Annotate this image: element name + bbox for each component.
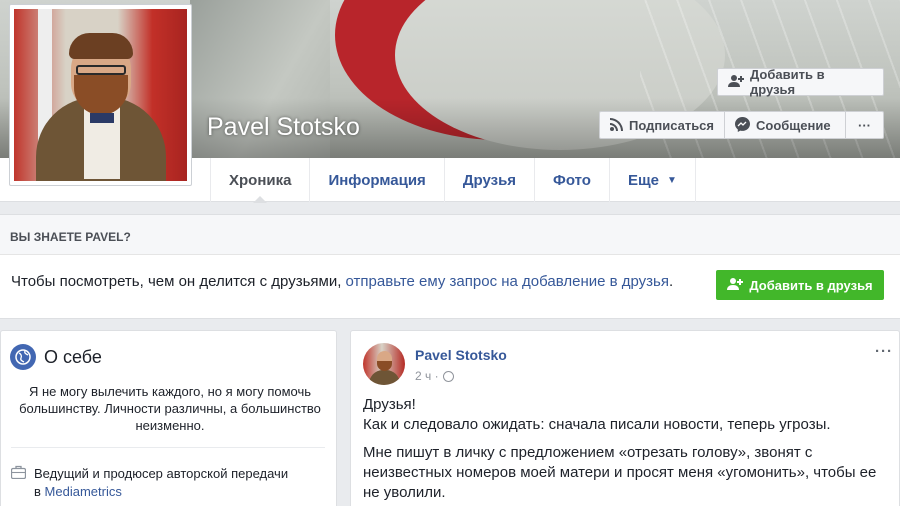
about-title: О себе — [10, 344, 102, 370]
tab-more-label: Еще — [627, 171, 659, 189]
tabs: Хроника Информация Друзья Фото Еще ▼ — [210, 158, 696, 203]
post-timestamp[interactable]: 2 ч · — [415, 369, 439, 383]
tab-photos-label: Фото — [553, 171, 591, 189]
message-label: Сообщение — [756, 117, 831, 133]
more-actions-button[interactable]: ··· — [845, 111, 884, 139]
briefcase-icon — [10, 465, 27, 501]
about-job-title: Ведущий и продюсер авторской передачи — [34, 466, 289, 481]
add-friend-label: Добавить в друзья — [750, 67, 825, 97]
tab-more[interactable]: Еще ▼ — [608, 158, 696, 202]
about-job-text: Ведущий и продюсер авторской передачи в … — [34, 465, 288, 501]
profile-name[interactable]: Pavel Stotsko — [207, 113, 360, 142]
add-friend-button[interactable]: Добавить в друзья — [717, 67, 884, 97]
follow-label: Подписаться — [629, 117, 715, 133]
avatar-hair — [69, 33, 133, 59]
tab-about-label: Информация — [328, 171, 426, 189]
post-author-avatar[interactable] — [363, 343, 405, 385]
profile-avatar[interactable] — [9, 4, 192, 186]
post-avatar-body — [369, 370, 400, 385]
add-friend-green-label: Добавить в друзья — [749, 277, 873, 293]
follow-button[interactable]: Подписаться — [599, 111, 725, 139]
do-you-know-box: ВЫ ЗНАЕТЕ PAVEL? Чтобы посмотреть, чем о… — [0, 214, 900, 319]
do-you-know-text: Чтобы посмотреть, чем он делится с друзь… — [11, 273, 673, 290]
tab-timeline[interactable]: Хроника — [210, 158, 309, 203]
about-job-prefix: в — [34, 484, 45, 499]
avatar-bowtie — [90, 113, 114, 123]
avatar-photo — [14, 9, 187, 181]
globe-icon[interactable] — [442, 370, 454, 382]
post-line-2: Как и следовало ожидать: сначала писали … — [363, 416, 831, 433]
post-body: Друзья! Как и следовало ожидать: сначала … — [363, 395, 891, 506]
do-you-know-text-end: . — [669, 273, 674, 290]
add-friend-green-button[interactable]: Добавить в друзья — [716, 270, 884, 300]
add-friend-icon — [727, 277, 744, 294]
tab-friends[interactable]: Друзья — [443, 158, 534, 202]
send-request-link[interactable]: отправьте ему запрос на добавление в дру… — [346, 273, 669, 290]
globe-icon — [10, 344, 36, 370]
about-bio: Я не могу вылечить каждого, но я могу по… — [19, 384, 321, 433]
tab-photos[interactable]: Фото — [534, 158, 609, 202]
rss-icon — [610, 117, 623, 133]
post-options-button[interactable]: ··· — [875, 343, 893, 360]
post-author-name[interactable]: Pavel Stotsko — [415, 347, 507, 363]
do-you-know-text-start: Чтобы посмотреть, чем он делится с друзь… — [11, 273, 346, 290]
about-job: Ведущий и продюсер авторской передачи в … — [10, 465, 288, 501]
messenger-icon — [735, 116, 750, 134]
post-paragraph-2: Мне пишут в личку с предложением «отреза… — [363, 444, 877, 501]
about-job-line2: в Mediametrics — [34, 483, 288, 501]
avatar-glasses — [76, 65, 126, 75]
do-you-know-heading: ВЫ ЗНАЕТЕ PAVEL? — [0, 215, 900, 255]
tab-about[interactable]: Информация — [309, 158, 443, 202]
mediametrics-link[interactable]: Mediametrics — [45, 484, 122, 499]
post-line-1: Друзья! — [363, 396, 416, 413]
post-meta: 2 ч · — [415, 369, 454, 383]
more-dots-icon: ··· — [858, 117, 871, 133]
post-card: Pavel Stotsko 2 ч · ··· Друзья! Как и сле… — [350, 330, 900, 506]
tab-timeline-label: Хроника — [229, 171, 292, 189]
add-friend-icon — [728, 74, 744, 90]
divider — [11, 447, 325, 448]
about-title-text: О себе — [44, 346, 102, 367]
tab-friends-label: Друзья — [462, 171, 517, 189]
post-paragraph-1: Друзья! Как и следовало ожидать: сначала … — [363, 395, 891, 435]
message-button[interactable]: Сообщение — [724, 111, 846, 139]
about-card: О себе Я не могу вылечить каждого, но я … — [0, 330, 337, 506]
caret-down-icon: ▼ — [666, 174, 677, 186]
post-avatar-beard — [377, 361, 392, 371]
